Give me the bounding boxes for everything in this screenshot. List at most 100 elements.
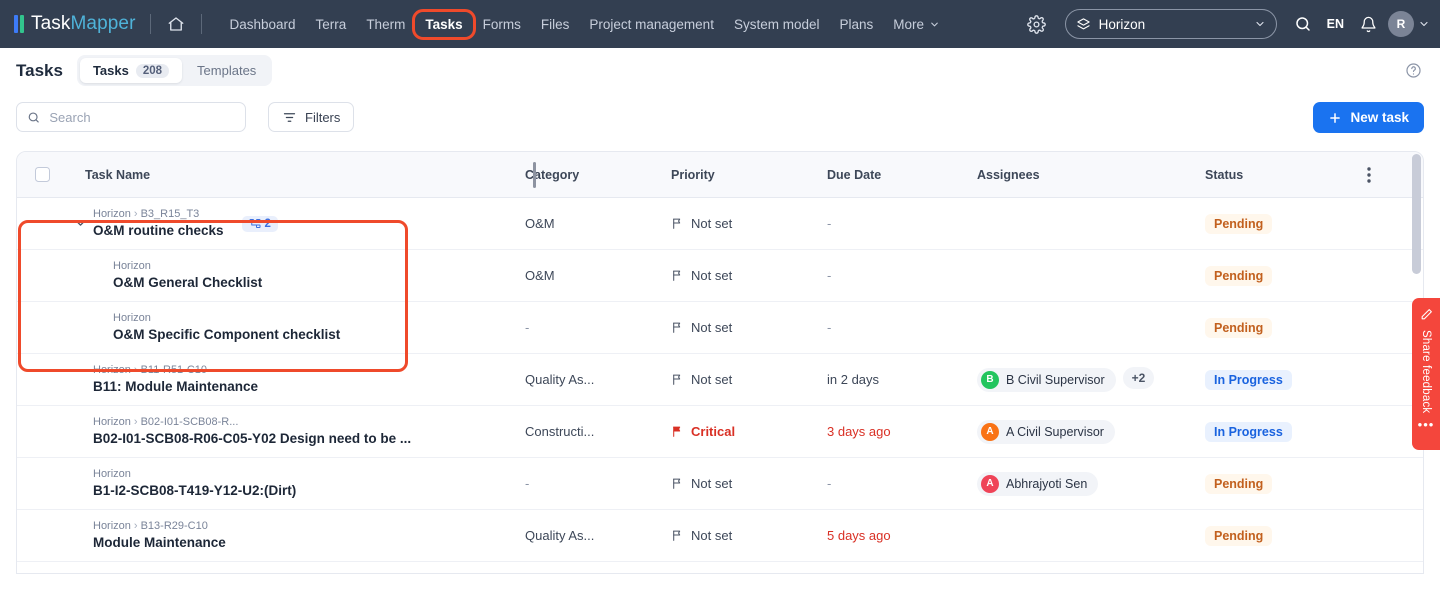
status-cell[interactable]: Pending: [1205, 265, 1355, 286]
priority-label: Not set: [691, 216, 733, 231]
flag-icon: [673, 270, 681, 281]
status-cell[interactable]: Pending: [1205, 473, 1355, 494]
category-value: -: [525, 319, 530, 335]
task-name-cell[interactable]: Horizon › B11-R51-C10 B11: Module Maintena…: [67, 363, 519, 396]
nav-link-therm[interactable]: Therm: [356, 11, 415, 38]
assignee-chip[interactable]: A Abhrajyoti Sen: [977, 471, 1099, 496]
home-icon[interactable]: [165, 13, 187, 35]
nav-link-terra[interactable]: Terra: [306, 11, 357, 38]
priority-cell[interactable]: Not set: [671, 528, 827, 543]
task-name-cell[interactable]: Horizon O&M Specific Component checklist: [67, 311, 519, 344]
tab-tasks-count: 208: [135, 63, 170, 78]
breadcrumb-chevron-icon: ›: [133, 364, 138, 376]
category-value: O&M: [525, 267, 555, 283]
assignee-chip[interactable]: B B Civil Supervisor: [977, 367, 1116, 392]
search-icon[interactable]: [1287, 8, 1319, 40]
column-header-assignees[interactable]: Assignees: [977, 168, 1205, 182]
status-cell[interactable]: In Progress: [1205, 421, 1355, 442]
breadcrumb-leaf: B11-R51-C10: [140, 364, 208, 376]
avatar: R: [1388, 11, 1414, 37]
page-header: Tasks Tasks 208 Templates: [0, 48, 1440, 93]
nav-link-more[interactable]: More: [883, 11, 950, 38]
gear-icon[interactable]: [1021, 8, 1053, 40]
table-row[interactable]: Horizon › B13-R29-C10 Module Maintenance Q…: [17, 510, 1423, 562]
column-header-status[interactable]: Status: [1205, 168, 1355, 182]
table-row[interactable]: Horizon › B11-R51-C10 B11: Module Maintena…: [17, 354, 1423, 406]
priority-cell[interactable]: Not set: [671, 372, 827, 387]
status-cell[interactable]: Pending: [1205, 525, 1355, 546]
assignees-cell[interactable]: A A Civil Supervisor: [977, 419, 1205, 444]
breadcrumb: Horizon › B11-R51-C10: [93, 363, 258, 378]
brand-logo[interactable]: TaskMapper: [14, 13, 136, 35]
due-date-value: 5 days ago: [827, 527, 891, 543]
language-selector[interactable]: EN: [1319, 17, 1352, 31]
assignee-chip[interactable]: A A Civil Supervisor: [977, 419, 1115, 444]
task-name-cell[interactable]: Horizon › B02-I01-SCB08-R... B02-I01-SCB08…: [67, 415, 519, 448]
task-name-cell[interactable]: Horizon › B13-R29-C10 Module Maintenance: [67, 519, 519, 552]
nav-link-files[interactable]: Files: [531, 11, 580, 38]
assignees-cell[interactable]: B B Civil Supervisor +2: [977, 367, 1205, 392]
assignee-name: A Civil Supervisor: [1006, 424, 1104, 439]
assignees-cell[interactable]: A Abhrajyoti Sen: [977, 471, 1205, 496]
chevron-down-icon: [1420, 21, 1428, 27]
task-name-cell[interactable]: Horizon › B3_R15_T3 O&M routine checks 2: [67, 207, 519, 240]
search-input[interactable]: [49, 109, 235, 125]
column-header-category[interactable]: Category: [519, 168, 671, 182]
due-date-value: 3 days ago: [827, 423, 891, 439]
category-cell: Quality As...: [519, 371, 671, 389]
nav-link-dashboard[interactable]: Dashboard: [220, 11, 306, 38]
subtask-count-badge[interactable]: 2: [241, 215, 278, 232]
column-header-due-date[interactable]: Due Date: [827, 168, 977, 182]
share-feedback-tab[interactable]: Share feedback •••: [1412, 298, 1440, 450]
brand-name: TaskMapper: [31, 13, 136, 35]
nav-link-project-management[interactable]: Project management: [579, 11, 724, 38]
nav-link-tasks[interactable]: Tasks: [412, 8, 476, 40]
status-cell[interactable]: Pending: [1205, 317, 1355, 338]
priority-cell[interactable]: Not set: [671, 476, 827, 491]
chevron-down-icon: [76, 221, 84, 226]
priority-cell[interactable]: Not set: [671, 268, 827, 283]
priority-label: Not set: [691, 372, 733, 387]
breadcrumb-root: Horizon: [113, 312, 151, 324]
table-row[interactable]: Horizon O&M Specific Component checklist…: [17, 302, 1423, 354]
filters-button[interactable]: Filters: [268, 102, 355, 132]
column-header-task-name[interactable]: Task Name: [67, 168, 519, 182]
search-box[interactable]: [16, 102, 246, 132]
nav-link-system-model[interactable]: System model: [724, 11, 830, 38]
bell-icon[interactable]: [1352, 8, 1384, 40]
user-avatar-menu[interactable]: R: [1388, 11, 1430, 37]
table-row[interactable]: Horizon B1-I2-SCB08-T419-Y12-U2:(Dirt) -…: [17, 458, 1423, 510]
chevron-down-icon: [931, 22, 938, 26]
chevron-down-icon: [1256, 21, 1264, 27]
task-name-cell[interactable]: Horizon B1-I2-SCB08-T419-Y12-U2:(Dirt): [67, 467, 519, 500]
priority-cell[interactable]: Critical: [671, 424, 827, 439]
nav-link-forms[interactable]: Forms: [473, 11, 531, 38]
column-resize-handle[interactable]: [533, 162, 536, 188]
nav-link-plans[interactable]: Plans: [829, 11, 883, 38]
search-icon: [28, 111, 39, 123]
table-row[interactable]: Horizon O&M General Checklist O&M Not se…: [17, 250, 1423, 302]
project-selector[interactable]: Horizon: [1064, 9, 1277, 39]
row-expand-toggle[interactable]: [67, 217, 93, 230]
task-name-cell[interactable]: Horizon O&M General Checklist: [67, 259, 519, 292]
tab-tasks[interactable]: Tasks 208: [79, 58, 183, 83]
task-title: B1-I2-SCB08-T419-Y12-U2:(Dirt): [93, 483, 297, 498]
breadcrumb-root: Horizon: [93, 520, 131, 532]
select-all-checkbox[interactable]: [34, 167, 50, 182]
priority-cell[interactable]: Not set: [671, 216, 827, 231]
new-task-button[interactable]: New task: [1313, 102, 1424, 133]
due-date-value: -: [827, 215, 832, 231]
table-row[interactable]: Horizon › B02-I01-SCB08-R... B02-I01-SCB08…: [17, 406, 1423, 458]
status-cell[interactable]: In Progress: [1205, 369, 1355, 390]
subtask-count-value: 2: [264, 217, 271, 230]
status-cell[interactable]: Pending: [1205, 213, 1355, 234]
status-badge: Pending: [1205, 213, 1273, 234]
column-header-priority[interactable]: Priority: [671, 168, 827, 182]
priority-cell[interactable]: Not set: [671, 320, 827, 335]
help-circle-icon[interactable]: [1405, 62, 1422, 79]
project-selector-value: Horizon: [1098, 16, 1146, 32]
nav-divider-left: [149, 14, 151, 34]
tab-templates[interactable]: Templates: [184, 58, 269, 83]
assignee-overflow-badge[interactable]: +2: [1122, 367, 1155, 390]
table-row[interactable]: Horizon › B3_R15_T3 O&M routine checks 2 O…: [17, 198, 1423, 250]
